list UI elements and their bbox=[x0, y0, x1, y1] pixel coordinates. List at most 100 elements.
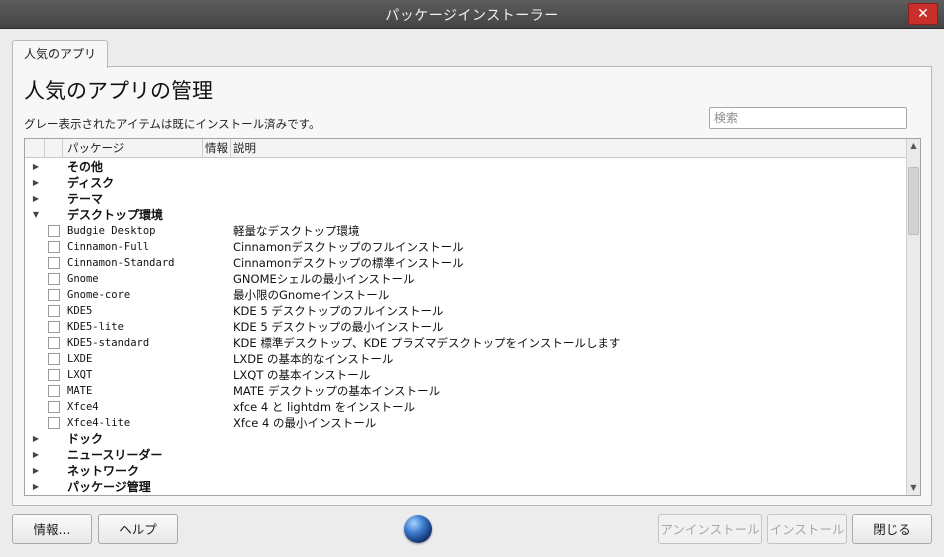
triangle-right-icon[interactable]: ▶ bbox=[31, 175, 41, 191]
package-checkbox[interactable] bbox=[48, 417, 60, 429]
package-name: KDE5-standard bbox=[67, 337, 150, 349]
package-name: Budgie Desktop bbox=[67, 225, 156, 237]
category-label: ディスク bbox=[67, 176, 115, 190]
triangle-right-icon[interactable]: ▶ bbox=[31, 431, 41, 447]
window-title: パッケージインストーラー bbox=[385, 8, 559, 24]
package-row[interactable]: MATE MATE デスクトップの基本インストール bbox=[25, 383, 906, 399]
package-checkbox[interactable] bbox=[48, 241, 60, 253]
table-rows: ▶ その他 ▶ ディスク ▶ テーマ ▼ デスクトップ環境 Budgie Desktop 軽量なデ… bbox=[25, 159, 906, 495]
triangle-down-icon[interactable]: ▼ bbox=[31, 207, 41, 223]
triangle-right-icon[interactable]: ▶ bbox=[31, 479, 41, 495]
package-name: Cinnamon-Full bbox=[67, 241, 150, 253]
package-checkbox[interactable] bbox=[48, 385, 60, 397]
package-tree: パッケージ 情報 説明 ▶ その他 ▶ ディスク ▶ テーマ ▼ デスクトップ環境 Budgie… bbox=[24, 138, 921, 496]
package-name: Gnome-core bbox=[67, 289, 131, 301]
category-label: その他 bbox=[67, 160, 104, 174]
package-description: 最小限のGnomeインストール bbox=[233, 288, 390, 302]
package-name: KDE5 bbox=[67, 305, 93, 317]
package-row[interactable]: Gnome-core 最小限のGnomeインストール bbox=[25, 287, 906, 303]
package-checkbox[interactable] bbox=[48, 337, 60, 349]
category-label: パッケージ管理 bbox=[67, 480, 151, 494]
page-title: 人気のアプリの管理 bbox=[24, 79, 213, 103]
close-button[interactable]: 閉じる bbox=[852, 514, 932, 544]
package-checkbox[interactable] bbox=[48, 257, 60, 269]
category-label: デスクトップ環境 bbox=[67, 208, 164, 222]
installed-hint: グレー表示されたアイテムは既にインストール済みです。 bbox=[24, 117, 321, 131]
package-description: 軽量なデスクトップ環境 bbox=[233, 224, 360, 238]
package-checkbox[interactable] bbox=[48, 225, 60, 237]
category-row[interactable]: ▶ ディスク bbox=[25, 175, 906, 191]
column-header-info[interactable]: 情報 bbox=[203, 139, 231, 157]
package-description: MATE デスクトップの基本インストール bbox=[233, 384, 441, 398]
header-expander-col bbox=[25, 139, 45, 157]
package-name: Cinnamon-Standard bbox=[67, 257, 175, 269]
package-checkbox[interactable] bbox=[48, 289, 60, 301]
package-name: Xfce4-lite bbox=[67, 417, 131, 429]
package-description: KDE 標準デスクトップ、KDE プラズマデスクトップをインストールします bbox=[233, 336, 621, 350]
triangle-right-icon[interactable]: ▶ bbox=[31, 463, 41, 479]
close-window-button[interactable]: ✕ bbox=[908, 3, 938, 25]
package-row[interactable]: KDE5-lite KDE 5 デスクトップの最小インストール bbox=[25, 319, 906, 335]
package-checkbox[interactable] bbox=[48, 401, 60, 413]
package-row[interactable]: LXDE LXDE の基本的なインストール bbox=[25, 351, 906, 367]
package-row[interactable]: Budgie Desktop 軽量なデスクトップ環境 bbox=[25, 223, 906, 239]
header-check-col bbox=[45, 139, 63, 157]
table-header: パッケージ 情報 説明 bbox=[25, 139, 906, 158]
title-bar: パッケージインストーラー ✕ bbox=[0, 0, 944, 29]
globe-icon bbox=[404, 515, 432, 543]
category-row[interactable]: ▶ ネットワーク bbox=[25, 463, 906, 479]
category-label: テーマ bbox=[67, 192, 104, 206]
category-label: ニュースリーダー bbox=[67, 448, 163, 462]
package-description: Cinnamonデスクトップのフルインストール bbox=[233, 240, 464, 254]
package-row[interactable]: Cinnamon-Full Cinnamonデスクトップのフルインストール bbox=[25, 239, 906, 255]
vertical-scrollbar[interactable]: ▲ ▼ bbox=[906, 139, 920, 495]
package-description: GNOMEシェルの最小インストール bbox=[233, 272, 415, 286]
package-name: LXQT bbox=[67, 369, 93, 381]
category-row[interactable]: ▼ デスクトップ環境 bbox=[25, 207, 906, 223]
package-checkbox[interactable] bbox=[48, 321, 60, 333]
package-name: KDE5-lite bbox=[67, 321, 124, 333]
install-button[interactable]: インストール bbox=[767, 514, 847, 544]
package-row[interactable]: Xfce4-lite Xfce 4 の最小インストール bbox=[25, 415, 906, 431]
package-checkbox[interactable] bbox=[48, 369, 60, 381]
search-input[interactable] bbox=[709, 107, 907, 129]
package-checkbox[interactable] bbox=[48, 353, 60, 365]
triangle-right-icon[interactable]: ▶ bbox=[31, 159, 41, 175]
package-description: Xfce 4 の最小インストール bbox=[233, 416, 377, 430]
package-row[interactable]: KDE5-standard KDE 標準デスクトップ、KDE プラズマデスクトップ… bbox=[25, 335, 906, 351]
category-row[interactable]: ▶ ニュースリーダー bbox=[25, 447, 906, 463]
triangle-right-icon[interactable]: ▶ bbox=[31, 447, 41, 463]
package-checkbox[interactable] bbox=[48, 273, 60, 285]
package-name: Gnome bbox=[67, 273, 99, 285]
category-label: ネットワーク bbox=[67, 464, 140, 478]
category-row[interactable]: ▶ その他 bbox=[25, 159, 906, 175]
scroll-down-icon[interactable]: ▼ bbox=[907, 482, 920, 494]
uninstall-button[interactable]: アンインストール bbox=[658, 514, 762, 544]
category-row[interactable]: ▶ テーマ bbox=[25, 191, 906, 207]
package-checkbox[interactable] bbox=[48, 305, 60, 317]
package-description: KDE 5 デスクトップのフルインストール bbox=[233, 304, 444, 318]
category-row[interactable]: ▶ パッケージ管理 bbox=[25, 479, 906, 495]
column-header-description[interactable]: 説明 bbox=[231, 139, 906, 157]
package-row[interactable]: KDE5 KDE 5 デスクトップのフルインストール bbox=[25, 303, 906, 319]
package-name: Xfce4 bbox=[67, 401, 99, 413]
scroll-up-icon[interactable]: ▲ bbox=[907, 140, 920, 152]
tab-popular-apps[interactable]: 人気のアプリ bbox=[12, 40, 108, 68]
main-panel: 人気のアプリの管理 グレー表示されたアイテムは既にインストール済みです。 パッケ… bbox=[12, 66, 932, 506]
info-button[interactable]: 情報... bbox=[12, 514, 92, 544]
column-header-package[interactable]: パッケージ bbox=[63, 139, 203, 157]
help-button[interactable]: ヘルプ bbox=[98, 514, 178, 544]
category-label: ドック bbox=[67, 432, 104, 446]
triangle-right-icon[interactable]: ▶ bbox=[31, 191, 41, 207]
package-row[interactable]: Xfce4 xfce 4 と lightdm をインストール bbox=[25, 399, 906, 415]
package-description: KDE 5 デスクトップの最小インストール bbox=[233, 320, 444, 334]
package-description: xfce 4 と lightdm をインストール bbox=[233, 400, 415, 414]
scrollbar-thumb[interactable] bbox=[908, 167, 919, 235]
category-row[interactable]: ▶ ドック bbox=[25, 431, 906, 447]
package-row[interactable]: Cinnamon-Standard Cinnamonデスクトップの標準インストール bbox=[25, 255, 906, 271]
package-description: Cinnamonデスクトップの標準インストール bbox=[233, 256, 464, 270]
package-row[interactable]: LXQT LXQT の基本インストール bbox=[25, 367, 906, 383]
package-name: LXDE bbox=[67, 353, 93, 365]
package-row[interactable]: Gnome GNOMEシェルの最小インストール bbox=[25, 271, 906, 287]
package-description: LXDE の基本的なインストール bbox=[233, 352, 394, 366]
